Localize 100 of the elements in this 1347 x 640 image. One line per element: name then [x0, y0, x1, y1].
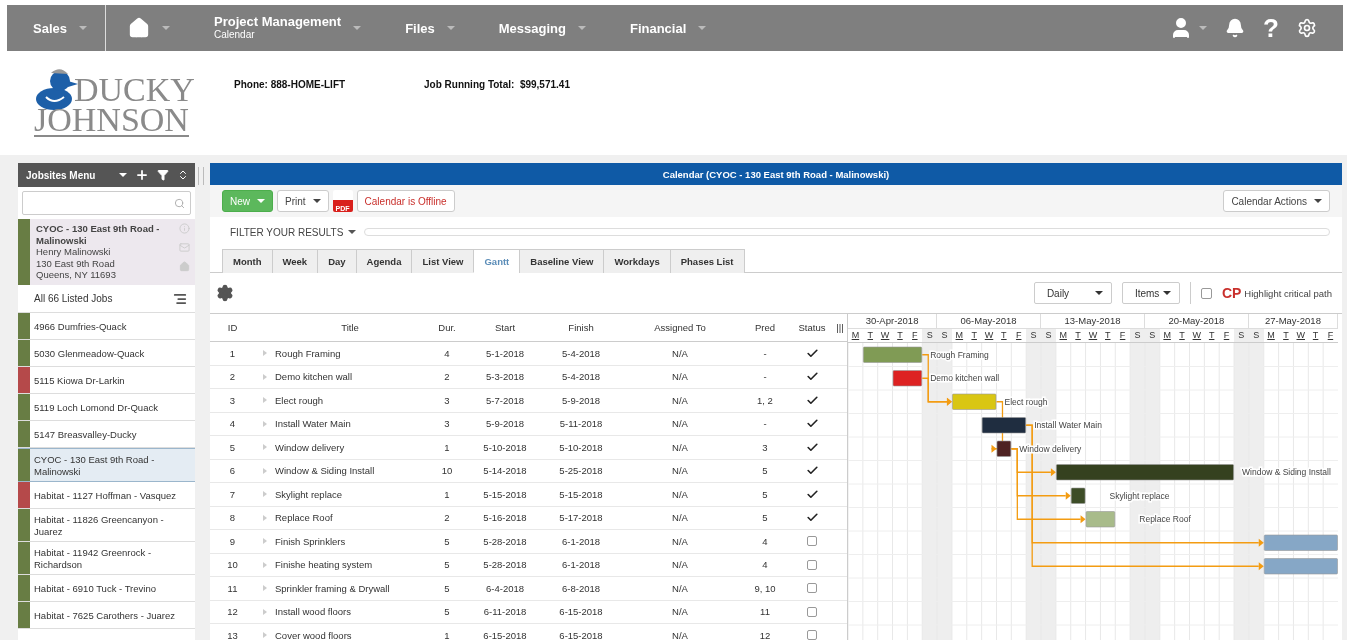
- view-tab[interactable]: Agenda: [355, 249, 413, 273]
- calendar-actions-button[interactable]: Calendar Actions: [1223, 190, 1330, 212]
- nav-menu-item[interactable]: Financial: [607, 5, 729, 51]
- status-checkbox[interactable]: [807, 536, 817, 547]
- job-list-item[interactable]: 5115 Kiowa Dr-Larkin: [18, 367, 195, 394]
- caret-icon: [1162, 291, 1171, 295]
- task-row[interactable]: 12 Install wood floors 5 6-11-2018 6-15-2018 N/A 11: [210, 600, 847, 624]
- view-tab[interactable]: List View: [411, 249, 475, 273]
- expand-icon[interactable]: [263, 491, 267, 498]
- expand-icon[interactable]: [263, 420, 267, 427]
- search-field[interactable]: [22, 191, 191, 215]
- nav-menu-item[interactable]: Messaging: [476, 5, 608, 51]
- table-cell-text: 5: [443, 582, 451, 594]
- list-icon[interactable]: [173, 291, 187, 306]
- check-icon[interactable]: [805, 393, 819, 407]
- task-row[interactable]: 13 Cover wood floors 1 6-15-2018 6-15-2018 N/A 12: [210, 624, 847, 640]
- task-row[interactable]: 8 Replace Roof 2 5-16-2018 5-17-2018 N/A 5: [210, 506, 847, 530]
- view-tab[interactable]: Week: [271, 249, 319, 273]
- task-row[interactable]: 5 Window delivery 1 5-10-2018 5-10-2018 N/A 3: [210, 436, 847, 460]
- day-header: T: [1207, 329, 1216, 342]
- column-header: Dur.: [437, 322, 457, 333]
- caret-icon[interactable]: [119, 173, 127, 177]
- status-checkbox[interactable]: [807, 606, 817, 617]
- view-tab[interactable]: Gantt: [473, 249, 521, 273]
- job-list-item[interactable]: 5119 Loch Lomond Dr-Quack: [18, 394, 195, 421]
- scale-select[interactable]: Daily: [1033, 282, 1112, 304]
- task-row[interactable]: 9 Finish Sprinklers 5 5-28-2018 6-1-2018 N/A 4: [210, 530, 847, 554]
- day-header: T: [970, 329, 978, 342]
- check-icon[interactable]: [805, 487, 819, 501]
- expand-icon[interactable]: [263, 397, 267, 404]
- task-bar[interactable]: [1070, 487, 1086, 504]
- task-bar[interactable]: [1056, 464, 1234, 481]
- job-list-item[interactable]: 5147 Breasvalley-Ducky: [18, 421, 195, 448]
- table-cell-text: 1: [443, 629, 451, 640]
- table-cell-text: Finish Sprinklers: [275, 535, 347, 547]
- job-list-item[interactable]: Habitat - 1127 Hoffman - Vasquez: [18, 482, 195, 509]
- print-button[interactable]: Print: [277, 190, 329, 212]
- sort-icon[interactable]: [177, 169, 189, 181]
- view-tab[interactable]: Workdays: [603, 249, 671, 273]
- filter-icon[interactable]: [157, 169, 169, 181]
- view-tab[interactable]: Day: [317, 249, 357, 273]
- settings-button[interactable]: [1297, 18, 1317, 38]
- nav-menu-item[interactable]: Files: [383, 5, 477, 51]
- check-icon[interactable]: [805, 346, 819, 360]
- table-cell-text: 11: [759, 606, 771, 618]
- expand-icon[interactable]: [263, 467, 267, 474]
- table-cell-text: -: [762, 347, 768, 359]
- nav-menu-item[interactable]: Project Management Calendar: [192, 5, 384, 51]
- task-row[interactable]: 3 Elect rough 3 5-7-2018 5-9-2018 N/A 1, 2: [210, 389, 847, 413]
- status-checkbox[interactable]: [807, 583, 817, 594]
- table-cell-text: N/A: [671, 347, 689, 359]
- expand-icon[interactable]: [263, 350, 267, 357]
- caret-icon: [312, 199, 321, 203]
- task-row[interactable]: 4 Install Water Main 3 5-9-2018 5-11-2018 N/A -: [210, 412, 847, 436]
- day-header: F: [1014, 329, 1023, 342]
- settings-icon[interactable]: [216, 284, 234, 302]
- filter-toggle[interactable]: FILTER YOUR RESULTS: [222, 226, 357, 238]
- job-list-item[interactable]: Habitat - 6910 Tuck - Trevino: [18, 575, 195, 602]
- expand-icon[interactable]: [263, 585, 267, 592]
- view-tab[interactable]: Baseline View: [519, 249, 605, 273]
- task-row[interactable]: 11 Sprinkler framing & Drywall 5 6-4-2018 6-8-2018 N/A 9, 10: [210, 577, 847, 601]
- task-bar[interactable]: [996, 440, 1012, 457]
- task-row[interactable]: 2 Demo kitchen wall 2 5-3-2018 5-4-2018 N/A -: [210, 365, 847, 389]
- expand-icon[interactable]: [263, 373, 267, 380]
- column-resize-handle[interactable]: |||: [833, 322, 847, 333]
- status-checkbox[interactable]: [807, 559, 817, 570]
- task-bar[interactable]: [981, 417, 1026, 434]
- table-cell-text: 5: [443, 535, 451, 547]
- expand-icon[interactable]: [263, 561, 267, 568]
- job-list-item[interactable]: 5030 Glenmeadow-Quack: [18, 340, 195, 367]
- view-tab[interactable]: Month: [222, 249, 273, 273]
- job-list-item[interactable]: Habitat - 11826 Greencanyon - Juarez: [18, 509, 195, 542]
- expand-icon[interactable]: [263, 514, 267, 521]
- expand-icon[interactable]: [263, 608, 267, 615]
- nav-label: Financial: [629, 21, 687, 35]
- notifications-button[interactable]: [1225, 18, 1246, 38]
- job-list-item[interactable]: CYOC - 130 East 9th Road - Malinowski: [18, 448, 195, 482]
- job-list-item[interactable]: Habitat - 11942 Greenrock - Richardson: [18, 542, 195, 575]
- check-icon[interactable]: [805, 440, 819, 454]
- nav-menu-item[interactable]: Sales: [7, 5, 105, 51]
- help-button[interactable]: ?: [1263, 15, 1279, 41]
- task-row[interactable]: 7 Skylight replace 1 5-15-2018 5-15-2018 N/A 5: [210, 483, 847, 507]
- task-row[interactable]: 6 Window & Siding Install 10 5-14-2018 5-25-2018 N/A 5: [210, 459, 847, 483]
- view-tab[interactable]: Phases List: [669, 249, 745, 273]
- task-row[interactable]: 1 Rough Framing 4 5-1-2018 5-4-2018 N/A -: [210, 342, 847, 366]
- items-select[interactable]: Items: [1121, 282, 1180, 304]
- expand-icon[interactable]: [263, 444, 267, 451]
- resize-handle[interactable]: [198, 167, 204, 185]
- status-checkbox[interactable]: [807, 630, 817, 640]
- add-icon[interactable]: [135, 168, 149, 182]
- task-row[interactable]: 10 Finishe heating system 5 5-28-2018 6-1-2018 N/A 4: [210, 553, 847, 577]
- job-list-item[interactable]: 4966 Dumfries-Quack: [18, 313, 195, 340]
- bar-label: Window & Siding Install: [1242, 467, 1331, 478]
- table-cell-text: 3: [228, 394, 237, 406]
- table-cell-text: 6-4-2018: [485, 582, 525, 594]
- offline-button[interactable]: Calendar is Offline: [356, 190, 455, 212]
- critical-path-checkbox[interactable]: [1200, 287, 1212, 299]
- job-list-item[interactable]: Habitat - 7625 Carothers - Juarez: [18, 602, 195, 629]
- expand-icon[interactable]: [263, 538, 267, 545]
- expand-icon[interactable]: [263, 632, 267, 639]
